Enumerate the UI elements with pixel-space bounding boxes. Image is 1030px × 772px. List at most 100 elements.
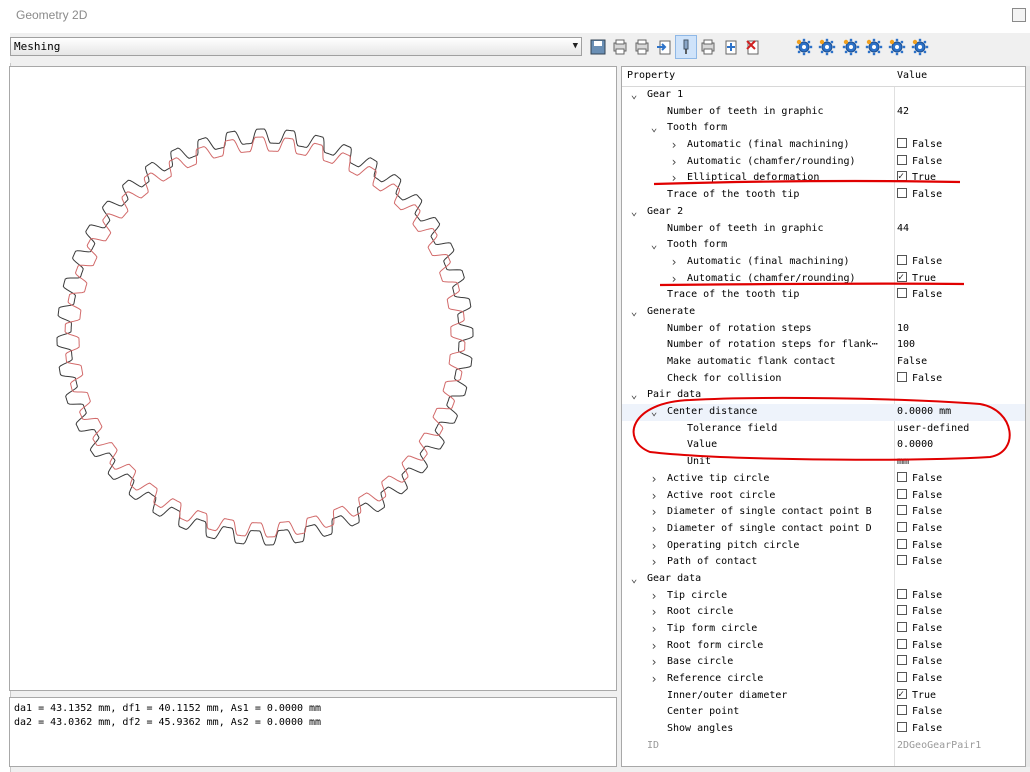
property-row[interactable]: ⌄ Gear 2	[622, 204, 1025, 221]
property-row[interactable]: › Diameter of single contact point B False	[622, 504, 1025, 521]
expand-chevron-icon[interactable]: ›	[648, 671, 660, 688]
gear-tool-icon[interactable]	[909, 35, 931, 59]
property-value[interactable]: 10	[897, 321, 909, 338]
property-row[interactable]: ⌄ Gear 1	[622, 87, 1025, 104]
gear-tool-icon[interactable]	[863, 35, 885, 59]
property-row[interactable]: › Automatic (chamfer/rounding) True	[622, 270, 1025, 288]
property-value[interactable]: False	[897, 354, 927, 371]
property-checkbox[interactable]	[897, 588, 907, 599]
property-row[interactable]: › Base circle False	[622, 654, 1025, 671]
property-row[interactable]: › Tip form circle False	[622, 621, 1025, 638]
property-value[interactable]: False	[897, 504, 942, 521]
property-value[interactable]: False	[897, 554, 942, 571]
property-row[interactable]: Inner/outer diameter True	[622, 687, 1025, 705]
property-row[interactable]: › Root circle False	[622, 604, 1025, 621]
property-checkbox[interactable]	[897, 471, 907, 482]
property-value[interactable]: False	[897, 254, 942, 271]
gear-tool-icon[interactable]	[886, 35, 908, 59]
property-row[interactable]: › Root form circle False	[622, 638, 1025, 655]
property-value[interactable]: False	[897, 137, 942, 154]
property-row[interactable]: ⌄ Generate	[622, 304, 1025, 321]
property-row[interactable]: › Diameter of single contact point D False	[622, 521, 1025, 538]
collapse-chevron-icon[interactable]: ⌄	[628, 387, 640, 404]
column-header-property[interactable]: Property	[627, 70, 675, 81]
property-checkbox[interactable]	[897, 154, 907, 165]
property-row[interactable]: ID 2DGeoGearPair1	[622, 738, 1025, 755]
property-checkbox[interactable]	[897, 705, 907, 716]
property-row[interactable]: ⌄ Gear data	[622, 571, 1025, 588]
insert-icon[interactable]	[720, 35, 742, 59]
property-row[interactable]: › Automatic (final machining) False	[622, 254, 1025, 271]
gear-tool-icon[interactable]	[816, 35, 838, 59]
property-value[interactable]: user-defined	[897, 421, 969, 438]
property-value[interactable]: False	[897, 471, 942, 488]
expand-chevron-icon[interactable]: ›	[648, 504, 660, 521]
expand-chevron-icon[interactable]: ›	[668, 170, 680, 187]
property-value[interactable]: False	[897, 187, 942, 204]
close-icon[interactable]	[1012, 8, 1026, 22]
property-row[interactable]: › Active root circle False	[622, 488, 1025, 505]
property-value[interactable]: False	[897, 604, 942, 621]
property-checkbox[interactable]	[897, 169, 907, 186]
view-select[interactable]: Meshing ▼	[10, 37, 582, 56]
property-value[interactable]: 44	[897, 221, 909, 238]
property-checkbox[interactable]	[897, 270, 907, 286]
property-row[interactable]: ⌄ Tooth form	[622, 120, 1025, 137]
property-value[interactable]: False	[897, 621, 942, 638]
expand-chevron-icon[interactable]: ›	[668, 154, 680, 171]
property-value[interactable]: False	[897, 704, 942, 721]
export-icon[interactable]	[653, 35, 675, 59]
column-header-value[interactable]: Value	[897, 70, 927, 81]
property-value[interactable]: False	[897, 488, 942, 505]
property-value[interactable]: False	[897, 287, 942, 304]
graphics-canvas[interactable]	[9, 66, 617, 691]
property-value[interactable]: 100	[897, 337, 915, 354]
property-checkbox[interactable]	[897, 622, 907, 632]
expand-chevron-icon[interactable]: ›	[648, 621, 660, 638]
property-value[interactable]: True	[897, 270, 936, 288]
property-value[interactable]: False	[897, 154, 942, 171]
property-checkbox[interactable]	[897, 672, 907, 683]
expand-chevron-icon[interactable]: ›	[648, 554, 660, 571]
property-row[interactable]: Trace of the tooth tip False	[622, 187, 1025, 204]
property-value[interactable]: False	[897, 654, 942, 671]
property-row[interactable]: Show angles False	[622, 721, 1025, 738]
property-value[interactable]: False	[897, 638, 942, 655]
expand-chevron-icon[interactable]: ›	[648, 471, 660, 488]
scrollbar[interactable]	[1026, 66, 1030, 767]
property-row[interactable]: › Tip circle False	[622, 588, 1025, 605]
property-row[interactable]: Unit mm	[622, 454, 1025, 471]
property-row[interactable]: › Reference circle False	[622, 671, 1025, 688]
property-checkbox[interactable]	[897, 371, 907, 382]
collapse-chevron-icon[interactable]: ⌄	[628, 204, 640, 221]
save-icon[interactable]	[587, 35, 609, 59]
property-row[interactable]: › Automatic (chamfer/rounding) False	[622, 154, 1025, 171]
property-checkbox[interactable]	[897, 505, 907, 516]
property-checkbox[interactable]	[897, 488, 907, 499]
property-value[interactable]: 0.0000	[897, 437, 933, 454]
property-value[interactable]: False	[897, 588, 942, 605]
collapse-chevron-icon[interactable]: ⌄	[628, 304, 640, 321]
property-checkbox[interactable]	[897, 188, 907, 199]
property-value[interactable]: 42	[897, 104, 909, 121]
property-row[interactable]: Number of rotation steps 10	[622, 321, 1025, 338]
property-row[interactable]: Number of rotation steps for flank⋯ 100	[622, 337, 1025, 354]
clipboard-icon[interactable]	[697, 35, 719, 59]
collapse-chevron-icon[interactable]: ⌄	[648, 404, 660, 421]
collapse-chevron-icon[interactable]: ⌄	[628, 571, 640, 588]
property-row[interactable]: Number of teeth in graphic 44	[622, 221, 1025, 238]
dropdown-arrow-icon[interactable]: ▼	[573, 38, 578, 55]
expand-chevron-icon[interactable]: ›	[648, 654, 660, 671]
property-row[interactable]: Number of teeth in graphic 42	[622, 104, 1025, 121]
expand-chevron-icon[interactable]: ›	[668, 271, 680, 288]
expand-chevron-icon[interactable]: ›	[648, 638, 660, 655]
delete-icon[interactable]	[742, 35, 764, 59]
property-row[interactable]: › Active tip circle False	[622, 471, 1025, 488]
expand-chevron-icon[interactable]: ›	[648, 588, 660, 605]
property-value[interactable]: 2DGeoGearPair1	[897, 738, 981, 755]
property-value[interactable]: False	[897, 538, 942, 555]
property-row[interactable]: Check for collision False	[622, 371, 1025, 388]
property-checkbox[interactable]	[897, 254, 907, 265]
expand-chevron-icon[interactable]: ›	[648, 604, 660, 621]
property-value[interactable]: False	[897, 521, 942, 538]
